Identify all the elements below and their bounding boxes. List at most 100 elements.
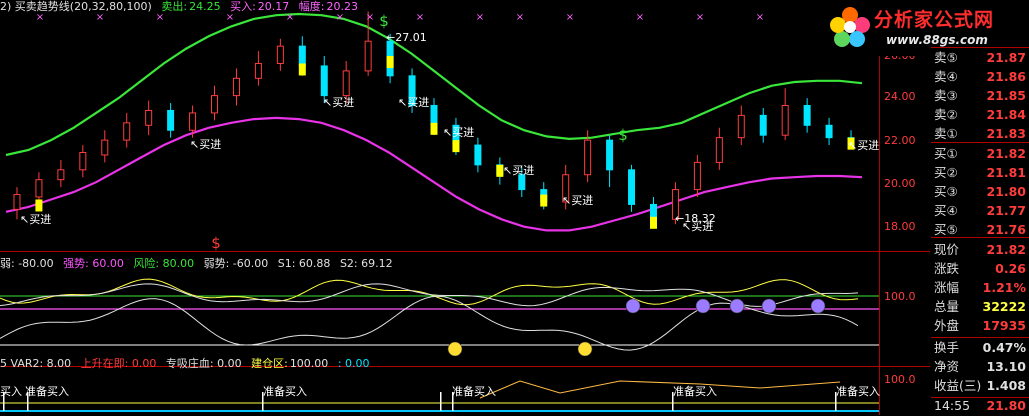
ind2-axis-label: 100.0: [884, 373, 916, 386]
dollar-marker: $: [379, 12, 389, 30]
candle-body: [276, 45, 284, 64]
kline-chart[interactable]: $$$× × × × × × × × × × × × × ×: [0, 0, 930, 415]
face-signal-icon: [761, 298, 777, 314]
quote-row: 买③ 21.80: [931, 181, 1029, 202]
quote-value: 21.86: [986, 69, 1026, 84]
buy-annotation: ↖买进: [503, 164, 535, 177]
quote-label: 买④: [934, 203, 958, 218]
face-signal-icon: [810, 298, 826, 314]
ind1-line: [0, 283, 859, 307]
buy-signal-block: [540, 194, 548, 207]
quote-value: 21.85: [986, 88, 1026, 103]
quote-label: 现价: [934, 242, 960, 257]
chart-workspace[interactable]: $ $ $ × × × × × × × × × × × × × × 2) 买卖趋势线(20,32,80,100)…: [0, 0, 1029, 415]
quote-value: 21.82: [986, 146, 1026, 161]
last-tick-row: 14:55 21.80: [931, 395, 1029, 416]
logo-title: 分析家公式网: [874, 9, 995, 31]
indicator1-chart[interactable]: [0, 278, 879, 357]
tail-value: : 0.00: [337, 357, 370, 370]
quote-row: 卖③ 21.85: [931, 85, 1029, 106]
prepare-buy-label: 准备买入: [836, 385, 880, 398]
s1-value: S1: 60.88: [277, 257, 331, 270]
quote-row: 买① 21.82: [931, 143, 1029, 164]
candle-body: [693, 161, 701, 191]
candle-body: [298, 45, 306, 67]
buy-signal-block: [35, 199, 43, 212]
quote-label: 买⑤: [934, 222, 958, 237]
candle-body: [737, 114, 745, 139]
quote-value: 21.84: [986, 107, 1026, 122]
buy-annotation: ↖买进: [323, 96, 355, 109]
candle-body: [189, 112, 197, 131]
indicator1-header: 弱: -80.00 强势: 60.00 风险: 80.00 弱势: -60.00…: [0, 257, 399, 271]
buy-label: 买入:: [230, 0, 256, 13]
ind1-axis-label: 100.0: [884, 290, 916, 303]
axis-label-18: 18.00: [884, 220, 916, 233]
candle-body: [13, 194, 21, 210]
quote-label: 卖①: [934, 126, 958, 141]
quote-value: 21.80: [986, 184, 1026, 199]
candle-body: [759, 114, 767, 136]
quote-label: 涨跌: [934, 261, 960, 276]
candle-body: [79, 151, 87, 171]
build-label: 建仓区:: [251, 357, 288, 370]
cross-marker: ×: [566, 12, 574, 23]
face-signal-icon: [625, 298, 641, 314]
cross-marker: ×: [636, 12, 644, 23]
indicator2-chart[interactable]: [0, 380, 879, 412]
candle-body: [584, 139, 592, 176]
s2-value: S2: 69.12: [339, 257, 393, 270]
quote-label: 总量: [934, 299, 960, 314]
buy-signal-block: [452, 140, 460, 153]
quote-row: 收益(三) 1.408: [931, 375, 1029, 396]
cross-marker: ×: [696, 12, 704, 23]
buy-signal-block: [649, 216, 657, 229]
cross-marker: ×: [756, 12, 764, 23]
buy-annotation: ↖买进: [190, 138, 222, 151]
main-price-chart[interactable]: $$$× × × × × × × × × × × × × ×: [5, 11, 863, 252]
sell-label: 卖出:: [161, 0, 188, 13]
candle-body: [211, 95, 219, 114]
face-signal-icon: [729, 298, 745, 314]
quote-value: 13.10: [986, 359, 1026, 374]
quote-row: 外盘 17935: [931, 315, 1029, 336]
quote-row: 买⑤ 21.76: [931, 219, 1029, 240]
quote-label: 买①: [934, 146, 958, 161]
buy-annotation: ↖买进: [398, 96, 430, 109]
cross-marker: ×: [516, 12, 524, 23]
candle-body: [781, 105, 789, 136]
quote-value: 32222: [982, 299, 1027, 314]
build-value: 100.00: [289, 357, 329, 370]
quote-value: 21.77: [986, 203, 1026, 218]
candle-body: [123, 122, 131, 141]
face-signal-icon: [447, 341, 463, 357]
candle-body: [606, 139, 614, 171]
quote-value: 0.47%: [982, 340, 1026, 355]
prepare-buy-label: 准备买入: [673, 385, 717, 398]
axis-label-22: 22.00: [884, 134, 916, 147]
range-label: 幅度:: [298, 0, 325, 13]
prepare-buy-label: 准备买入: [25, 385, 69, 398]
quote-row: 卖④ 21.86: [931, 66, 1029, 87]
quote-row: 卖② 21.84: [931, 104, 1029, 125]
face-signal-icon: [577, 341, 593, 357]
quote-label: 卖④: [934, 69, 958, 84]
quote-value: 0.26: [995, 261, 1026, 276]
buy-annotation: ↖买进: [443, 126, 475, 139]
quote-label: 卖②: [934, 107, 958, 122]
quote-row: 总量 32222: [931, 296, 1029, 317]
low-price-annotation: ←18.32: [675, 212, 716, 225]
quote-row: 卖① 21.83: [931, 123, 1029, 144]
quote-label: 净资: [934, 359, 960, 374]
cross-marker: ×: [416, 12, 424, 23]
flower-logo-icon: [830, 7, 870, 47]
quote-value: 21.81: [986, 165, 1026, 180]
quote-label: 卖⑤: [934, 50, 958, 65]
quote-row: 涨跌 0.26: [931, 258, 1029, 279]
face-signal-icon: [695, 298, 711, 314]
quote-value: 21.83: [986, 126, 1026, 141]
quote-value: 1.408: [986, 378, 1026, 393]
weak1-value: 弱: -80.00: [0, 257, 54, 270]
quote-label: 收益(三): [934, 378, 982, 393]
cross-marker: ×: [476, 12, 484, 23]
